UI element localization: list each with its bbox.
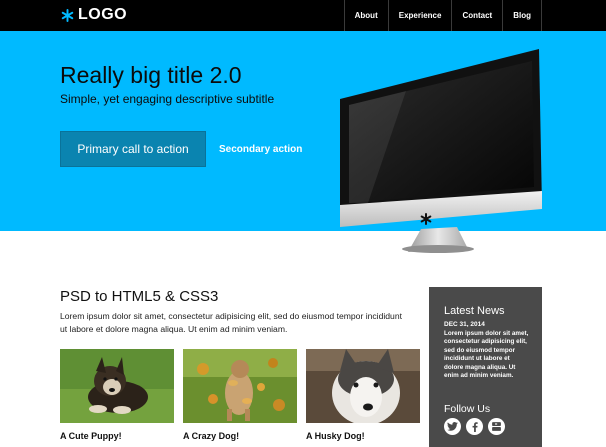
husky-photo xyxy=(306,349,420,423)
logo-text: LOGO xyxy=(78,6,128,23)
snowflake-icon xyxy=(61,8,74,22)
puppy-photo xyxy=(60,349,174,423)
gallery-caption: A Crazy Dog! xyxy=(183,431,240,441)
nav-item-blog[interactable]: Blog xyxy=(502,0,542,31)
nav-item-about[interactable]: About xyxy=(343,0,388,31)
main-nav: About Experience Contact Blog xyxy=(343,0,542,31)
social-links xyxy=(444,418,505,435)
news-date: DEC 31, 2014 xyxy=(444,321,485,328)
hero-section: Really big title 2.0 Simple, yet engagin… xyxy=(0,31,606,253)
latest-news-heading: Latest News xyxy=(444,305,505,317)
nav-item-contact[interactable]: Contact xyxy=(451,0,502,31)
gallery-item-puppy[interactable]: A Cute Puppy! xyxy=(60,349,174,441)
primary-cta-button[interactable]: Primary call to action xyxy=(60,131,206,167)
follow-us-heading: Follow Us xyxy=(444,403,491,415)
gallery-item-crazy-dog[interactable]: A Crazy Dog! xyxy=(183,349,297,441)
youtube-icon[interactable] xyxy=(488,418,505,435)
hero-subtitle: Simple, yet engaging descriptive subtitl… xyxy=(60,92,275,106)
news-sidebar: Latest News DEC 31, 2014 Lorem ipsum dol… xyxy=(429,287,542,447)
section-title: PSD to HTML5 & CSS3 xyxy=(60,288,219,305)
crazy-dog-photo xyxy=(183,349,297,423)
gallery-item-husky[interactable]: A Husky Dog! xyxy=(306,349,420,441)
gallery-caption: A Cute Puppy! xyxy=(60,431,122,441)
top-navigation-bar: LOGO About Experience Contact Blog xyxy=(0,0,606,31)
logo[interactable]: LOGO xyxy=(61,5,127,25)
monitor-illustration xyxy=(340,49,542,253)
facebook-icon[interactable] xyxy=(466,418,483,435)
twitter-icon[interactable] xyxy=(444,418,461,435)
secondary-cta-link[interactable]: Secondary action xyxy=(219,144,302,155)
hero-title: Really big title 2.0 xyxy=(60,62,242,88)
news-text: Lorem ipsum dolor sit amet, consectetur … xyxy=(444,330,529,380)
nav-item-experience[interactable]: Experience xyxy=(387,0,452,31)
gallery-caption: A Husky Dog! xyxy=(306,431,365,441)
section-text: Lorem ipsum dolor sit amet, consectetur … xyxy=(60,311,403,334)
